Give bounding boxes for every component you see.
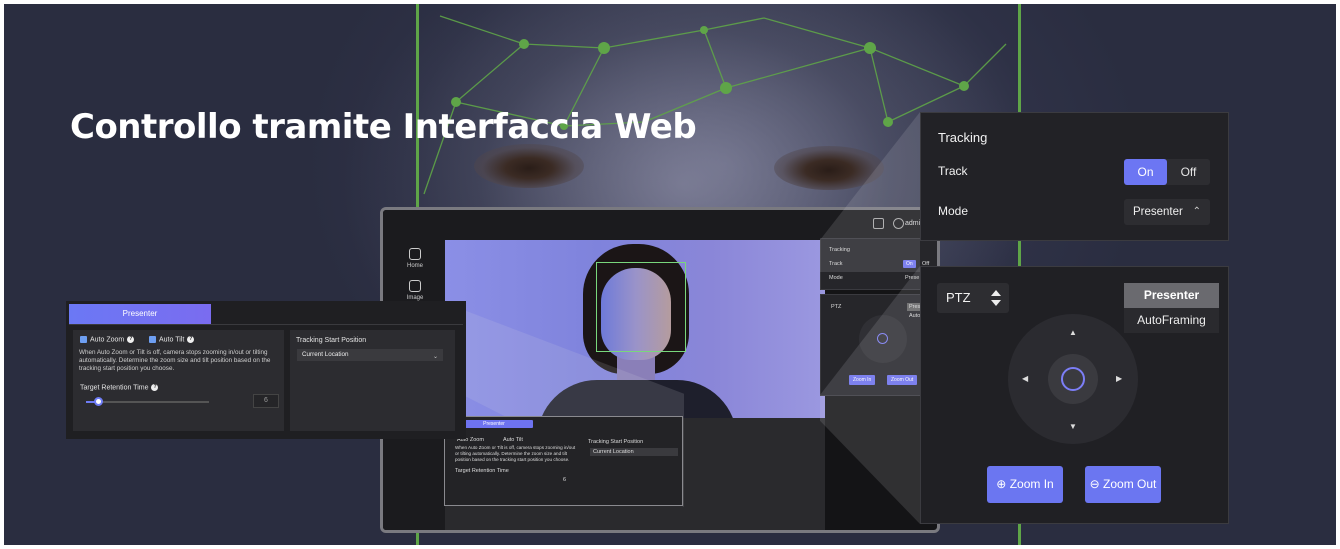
mini-description: When Auto Zoom or Tilt is off, camera st… <box>455 445 576 462</box>
option-presenter[interactable]: Presenter <box>1124 283 1219 308</box>
chevron-up-icon: ⌃ <box>1192 206 1201 217</box>
help-icon[interactable]: ? <box>187 336 195 343</box>
tracking-title: Tracking <box>938 130 988 145</box>
help-icon[interactable]: ? <box>127 336 135 343</box>
mini-presenter-panel: Presenter Auto Zoom Auto Tilt When Auto … <box>444 416 683 506</box>
retention-slider-handle[interactable] <box>94 397 103 406</box>
zoom-in-label: Zoom In <box>1009 477 1054 491</box>
retention-value-input[interactable]: 6 <box>253 394 279 408</box>
tracking-panel: Tracking Track On Off Mode Presenter ⌃ <box>920 112 1229 241</box>
sidebar-item-home[interactable]: Home <box>397 248 433 269</box>
ptz-select[interactable]: PTZ <box>937 283 1009 313</box>
zoom-in-icon: ⊕ <box>996 477 1007 491</box>
mini-presenter-tab[interactable]: Presenter <box>455 420 533 428</box>
start-position-value: Current Location <box>302 351 349 358</box>
ptz-panel: PTZ Presenter AutoFraming ▲ ▼ ◀ ▶ ⊕ Zoom… <box>920 266 1229 524</box>
image-icon <box>409 280 421 292</box>
pan-left-icon[interactable]: ◀ <box>1022 374 1028 383</box>
zoom-in-button[interactable]: ⊕ Zoom In <box>987 466 1063 503</box>
ptz-dropdown-menu: Presenter AutoFraming <box>1124 283 1219 333</box>
start-position-label: Tracking Start Position <box>296 337 367 344</box>
mini-start-position-select[interactable]: Current Location <box>590 448 678 456</box>
sidebar-item-label: Home <box>406 263 423 269</box>
zoom-out-button[interactable]: ⊖ Zoom Out <box>1085 466 1161 503</box>
auto-zoom-label: Auto Zoom <box>90 336 125 344</box>
auto-options-box: Auto Zoom? Auto Tilt? When Auto Zoom or … <box>73 330 284 431</box>
mode-select[interactable]: Presenter ⌃ <box>1124 199 1210 225</box>
chevron-down-icon: ⌄ <box>432 354 438 360</box>
start-position-select[interactable]: Current Location ⌄ <box>297 349 443 361</box>
checkbox-checked-icon <box>80 336 87 343</box>
retention-label: Target Retention Time <box>80 384 149 392</box>
zoom-out-icon: ⊖ <box>1089 477 1100 491</box>
mode-value: Presenter <box>1133 206 1183 218</box>
track-toggle[interactable]: On Off <box>1124 159 1210 185</box>
joystick-center[interactable] <box>1048 354 1098 404</box>
auto-tilt-label: Auto Tilt <box>159 336 185 344</box>
home-icon <box>409 248 421 260</box>
mini-ptz-label[interactable]: PTZ <box>831 304 841 310</box>
auto-zoom-checkbox[interactable]: Auto Zoom? <box>80 336 135 344</box>
ptz-label: PTZ <box>946 290 971 305</box>
track-label: Track <box>938 164 968 178</box>
pan-up-icon[interactable]: ▲ <box>1069 328 1077 337</box>
mini-mode-label: Mode <box>829 275 843 281</box>
checkbox-checked-icon <box>149 336 156 343</box>
retention-label-row: Target Retention Time? <box>80 384 159 392</box>
pan-down-icon[interactable]: ▼ <box>1069 422 1077 431</box>
joystick-ring-icon <box>1061 367 1085 391</box>
mini-retention-label: Target Retention Time <box>455 468 509 474</box>
presenter-panel: Presenter Auto Zoom? Auto Tilt? When Aut… <box>66 301 466 439</box>
start-position-box: Tracking Start Position <box>290 330 455 431</box>
mini-retention-value[interactable]: 6 <box>563 477 566 483</box>
pan-right-icon[interactable]: ▶ <box>1116 374 1122 383</box>
help-icon[interactable]: ? <box>151 384 159 391</box>
mini-start-position-label: Tracking Start Position <box>588 439 644 445</box>
auto-description: When Auto Zoom or Tilt is off, camera st… <box>79 349 271 372</box>
ptz-joystick[interactable]: ▲ ▼ ◀ ▶ <box>1008 314 1138 444</box>
tab-presenter[interactable]: Presenter <box>69 304 211 324</box>
option-autoframing[interactable]: AutoFraming <box>1124 308 1219 333</box>
auto-tilt-checkbox[interactable]: Auto Tilt? <box>149 336 195 344</box>
track-off-button[interactable]: Off <box>1167 159 1210 185</box>
page-headline: Controllo tramite Interfaccia Web <box>70 107 697 147</box>
retention-slider-track[interactable] <box>86 401 209 403</box>
tracking-box <box>596 262 686 352</box>
zoom-out-label: Zoom Out <box>1103 477 1157 491</box>
mode-label: Mode <box>938 204 969 218</box>
track-on-button[interactable]: On <box>1124 159 1167 185</box>
updown-arrows-icon <box>991 290 1001 306</box>
tab-divider <box>69 324 463 325</box>
mini-auto-tilt[interactable]: Auto Tilt <box>503 437 523 443</box>
sidebar-item-image[interactable]: Image <box>397 280 433 301</box>
